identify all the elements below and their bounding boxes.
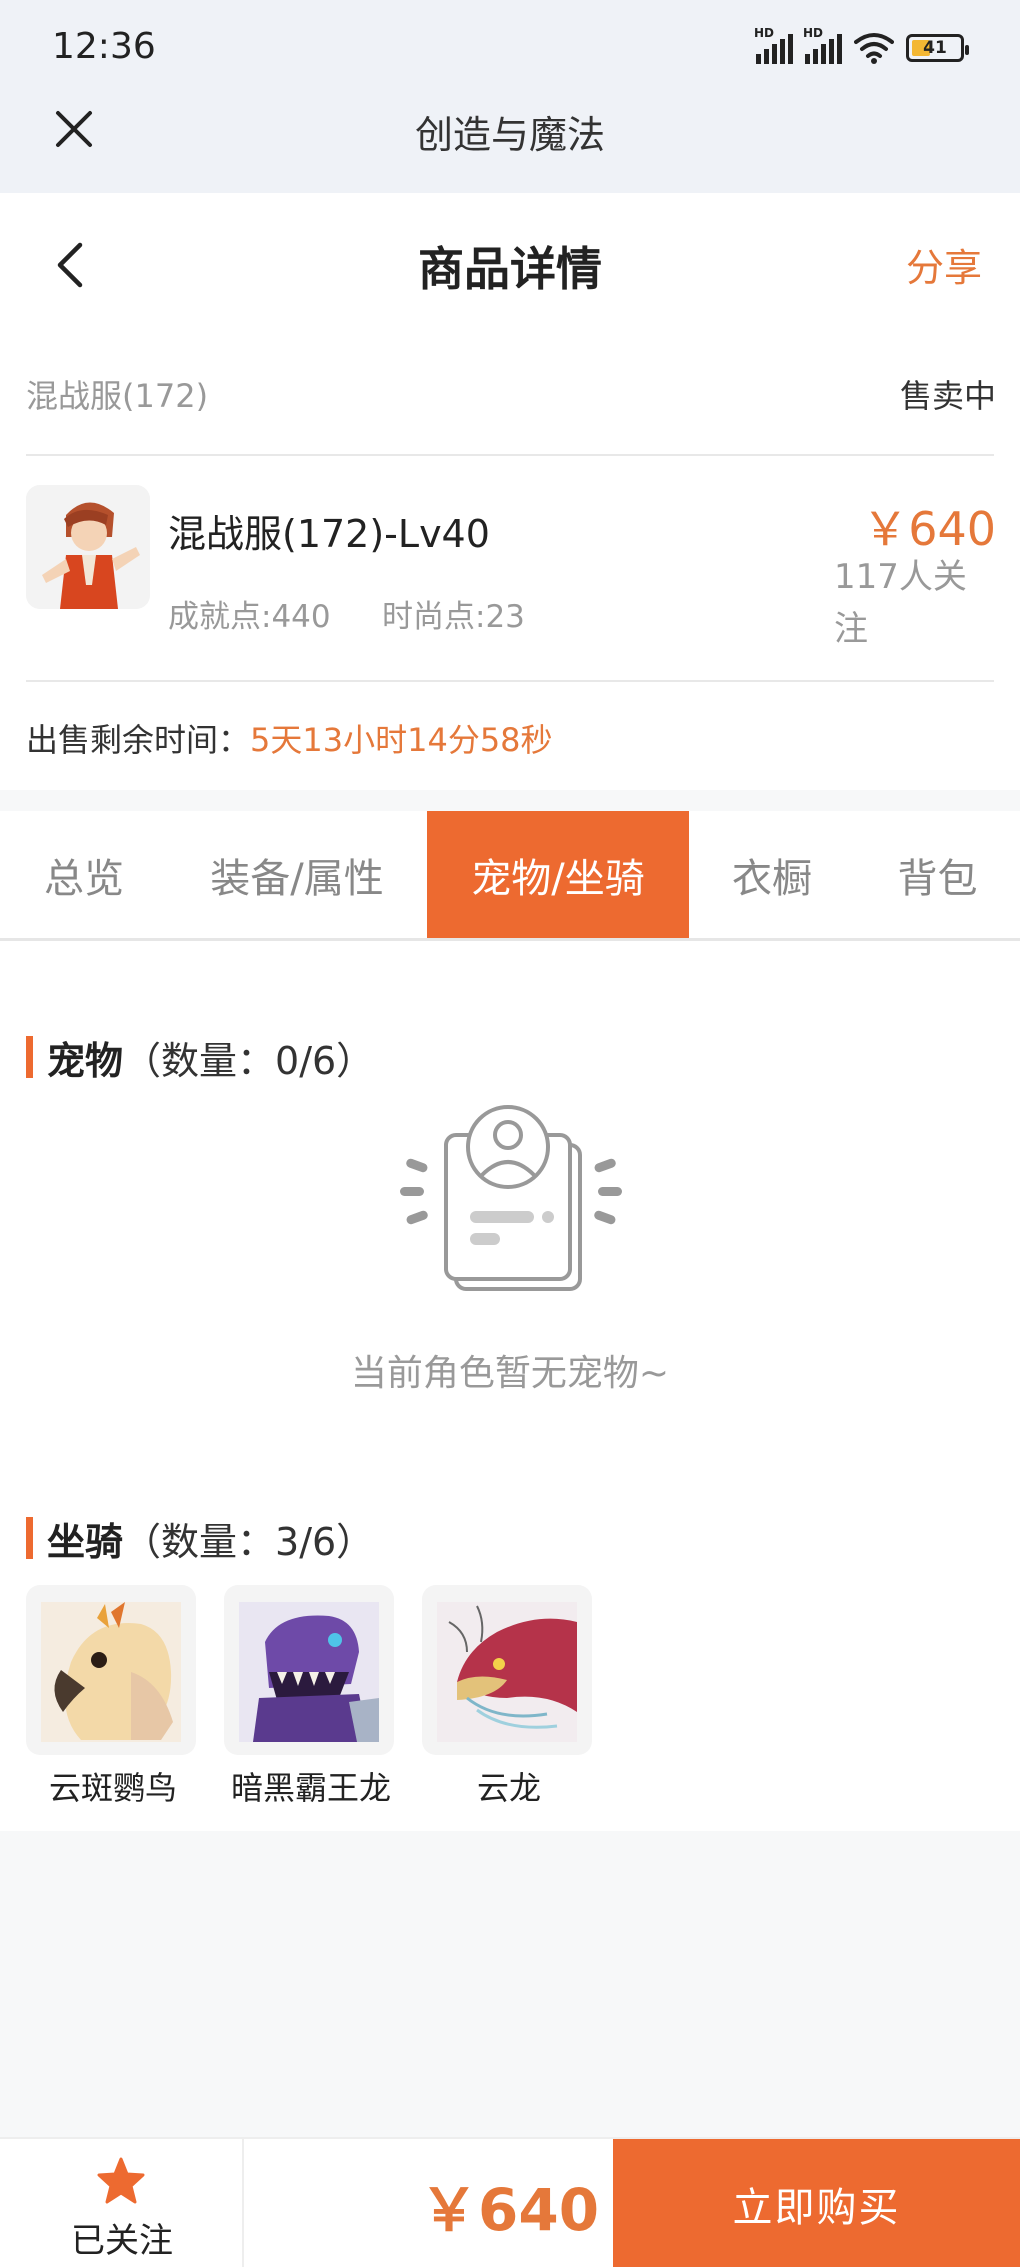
status-icons: HD HD 41: [754, 26, 969, 66]
tab-overview[interactable]: 总览: [0, 811, 168, 938]
mount-item[interactable]: 暗黑霸王龙: [224, 1585, 398, 1809]
dark-trex-mount-icon: [224, 1585, 394, 1755]
pets-count: （数量：0/6）: [123, 1038, 375, 1083]
achievement-points: 成就点:440: [168, 599, 331, 635]
price: ￥640: [862, 502, 996, 556]
bottom-bar: 已关注 ￥640 立即购买: [0, 2137, 1020, 2267]
empty-pets-icon: [400, 1105, 622, 1291]
tab-bag[interactable]: 背包: [855, 811, 1020, 938]
bottom-price: ￥640: [420, 2176, 600, 2244]
follow-label: 已关注: [71, 2221, 173, 2261]
parrot-mount-icon: [26, 1585, 196, 1755]
share-button[interactable]: 分享: [906, 237, 982, 292]
mount-item[interactable]: 云龙: [422, 1585, 596, 1809]
top-area: 12:36 HD HD 41 创造与魔法: [0, 0, 1020, 193]
divider: [26, 454, 994, 456]
character-avatar: [26, 485, 150, 609]
page-title: 商品详情: [418, 242, 602, 296]
page-header: 商品详情 分享: [0, 193, 1020, 333]
mounts-section-title: 坐骑 （数量：3/6）: [26, 1516, 374, 1564]
cloud-dragon-mount-icon: [422, 1585, 592, 1755]
divider: [26, 680, 994, 682]
star-icon: [97, 2157, 145, 2204]
battery-icon: 41: [906, 34, 969, 62]
tab-content: 宠物 （数量：0/6） 当前角色暂无宠物~ 坐骑 （数量：3/6） 云斑鹦鸟 暗…: [0, 941, 1020, 1831]
mount-name: 云龙: [476, 1769, 541, 1807]
mount-name: 云斑鹦鸟: [48, 1769, 177, 1807]
tab-wardrobe[interactable]: 衣橱: [689, 811, 855, 938]
status-time: 12:36: [52, 26, 156, 67]
sale-status: 售卖中: [899, 377, 996, 415]
buy-now-button[interactable]: 立即购买: [613, 2139, 1020, 2267]
empty-pets-text: 当前角色暂无宠物~: [350, 1353, 670, 1394]
mounts-count: （数量：3/6）: [123, 1519, 375, 1564]
signal-icon: HD: [803, 26, 842, 64]
pets-section-title: 宠物 （数量：0/6）: [26, 1035, 374, 1083]
product-card: 混战服(172) 售卖中 混战服(172)-Lv40 成就点:440 时尚点:2…: [0, 333, 1020, 790]
fashion-points: 时尚点:23: [382, 599, 525, 635]
wifi-icon: [854, 33, 894, 64]
remaining-time-label: 出售剩余时间：: [26, 721, 251, 759]
mount-name: 暗黑霸王龙: [230, 1769, 391, 1807]
server-name: 混战服(172): [26, 377, 209, 415]
mount-item[interactable]: 云斑鹦鸟: [26, 1585, 200, 1809]
remaining-time-value: 5天13小时14分58秒: [250, 721, 553, 759]
tab-equipment[interactable]: 装备/属性: [168, 811, 426, 938]
follower-count: 117人关注: [834, 557, 967, 649]
app-title: 创造与魔法: [414, 113, 605, 157]
follow-button[interactable]: 已关注: [0, 2139, 244, 2267]
signal-icon: HD: [754, 26, 793, 64]
tab-bar: 总览 装备/属性 宠物/坐骑 衣橱 背包: [0, 811, 1020, 941]
product-name: 混战服(172)-Lv40: [168, 512, 490, 556]
tab-pets-mounts[interactable]: 宠物/坐骑: [427, 811, 689, 938]
remaining-time: 出售剩余时间：5天13小时14分58秒: [26, 715, 553, 761]
